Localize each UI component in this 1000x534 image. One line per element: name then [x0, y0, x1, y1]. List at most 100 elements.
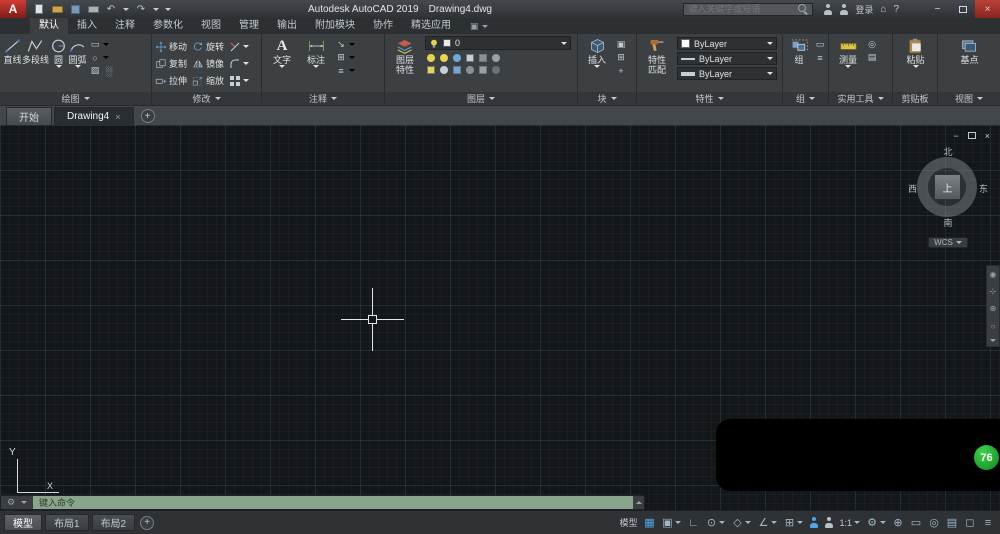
chevron-down-icon[interactable]	[279, 65, 285, 68]
chevron-down-icon[interactable]	[103, 43, 110, 46]
array-tool[interactable]	[229, 75, 249, 87]
command-history-toggle[interactable]	[633, 496, 644, 509]
object-snap-toggle[interactable]: ⊞	[783, 515, 804, 530]
hardware-acceleration-icon[interactable]: ▤	[946, 515, 958, 530]
chevron-down-icon[interactable]	[561, 41, 567, 45]
annotation-monitor-icon[interactable]: ⊕	[892, 515, 904, 530]
chevron-down-icon[interactable]	[349, 69, 355, 72]
chevron-down-icon[interactable]	[243, 62, 249, 65]
chevron-down-icon[interactable]	[123, 7, 129, 11]
chevron-down-icon[interactable]	[594, 65, 600, 68]
doc-restore-button[interactable]	[967, 131, 976, 141]
chevron-down-icon[interactable]	[243, 79, 249, 82]
navigation-wheel-icon[interactable]: ◉	[990, 270, 997, 279]
layer-current-icon[interactable]	[492, 66, 500, 74]
leader-icon[interactable]: ↘	[335, 39, 347, 50]
tab-parametric[interactable]: 参数化	[144, 18, 192, 34]
command-line[interactable]: ⚙ 键入命令	[0, 495, 645, 510]
viewcube[interactable]: 北 西 上 东 南	[908, 145, 988, 229]
zoom-icon[interactable]: ⊕	[990, 304, 997, 313]
layout-tab-layout1[interactable]: 布局1	[45, 514, 89, 531]
chevron-down-icon[interactable]	[74, 65, 81, 68]
group-edit-icon[interactable]: ≡	[814, 52, 826, 63]
object-snap-tracking-toggle[interactable]: ∠	[757, 515, 778, 530]
isolate-objects-icon[interactable]: ◎	[928, 515, 940, 530]
mirror-tool[interactable]: 镜像	[192, 57, 229, 70]
chevron-down-icon[interactable]	[845, 65, 851, 68]
paste-tool[interactable]: 粘贴	[900, 36, 932, 92]
file-tab-drawing4[interactable]: Drawing4 ×	[54, 107, 134, 125]
viewcube-south-label[interactable]: 南	[908, 216, 988, 229]
annotation-visibility-icon[interactable]	[809, 517, 818, 528]
layer-dropdown[interactable]: 0	[425, 36, 571, 50]
panel-block-label[interactable]: 块	[578, 92, 636, 105]
save-icon[interactable]	[69, 3, 81, 15]
annotation-scale-button[interactable]: 1:1	[839, 518, 860, 528]
layer-thaw-icon[interactable]	[440, 66, 448, 74]
navigation-bar[interactable]: ◉ ⊹ ⊕ ○	[986, 265, 1000, 347]
stretch-tool[interactable]: 拉伸	[155, 74, 192, 87]
isodraft-toggle[interactable]: ◇	[731, 515, 752, 530]
ellipse-icon[interactable]: ○	[89, 52, 101, 63]
application-menu-button[interactable]: A	[0, 0, 26, 18]
new-file-icon[interactable]	[33, 3, 45, 15]
redo-icon[interactable]: ↷	[135, 3, 147, 15]
rotate-tool[interactable]: 旋转	[192, 40, 229, 53]
layer-delete-icon[interactable]	[479, 66, 487, 74]
chevron-down-icon[interactable]	[767, 72, 773, 75]
help-search-box[interactable]	[683, 2, 814, 16]
viewcube-west-label[interactable]: 西	[908, 182, 917, 195]
linetype-dropdown[interactable]: ByLayer	[677, 52, 777, 65]
table-icon[interactable]: ⊞	[335, 52, 347, 63]
text-style-icon[interactable]: ≡	[335, 65, 347, 76]
help-icon[interactable]: ?	[893, 4, 899, 15]
file-tab-start[interactable]: 开始	[6, 107, 52, 125]
chevron-down-icon[interactable]	[349, 43, 355, 46]
text-tool[interactable]: A 文字	[265, 36, 299, 92]
tab-annotate[interactable]: 注释	[106, 18, 144, 34]
rectangle-icon[interactable]: ▭	[89, 39, 101, 50]
viewcube-top-face[interactable]: 上	[934, 174, 961, 200]
panel-modify-label[interactable]: 修改	[152, 92, 261, 105]
quick-properties-icon[interactable]: ▭	[910, 515, 922, 530]
trim-tool[interactable]	[229, 41, 249, 53]
chevron-down-icon[interactable]	[153, 7, 159, 11]
snap-mode-toggle[interactable]: ▣	[661, 515, 682, 530]
panel-groups-label[interactable]: 组	[783, 92, 828, 105]
circle-tool[interactable]: 圆	[49, 36, 68, 92]
line-tool[interactable]: 直线	[3, 36, 22, 92]
qat-customize-chevron-icon[interactable]	[165, 7, 171, 11]
lineweight-dropdown[interactable]: ByLayer	[677, 67, 777, 80]
app-store-icon[interactable]: ⌂	[880, 4, 886, 15]
ribbon-display-toggle[interactable]: ▣	[470, 18, 488, 34]
layer-previous-icon[interactable]	[492, 54, 500, 62]
panel-annotate-label[interactable]: 注释	[262, 92, 384, 105]
panel-view-label[interactable]: 视图	[938, 92, 1000, 105]
plot-icon[interactable]	[87, 3, 99, 15]
panel-layers-label[interactable]: 图层	[385, 92, 577, 105]
command-input[interactable]: 键入命令	[33, 496, 633, 509]
edit-block-icon[interactable]: ⊞	[615, 52, 627, 63]
panel-utilities-label[interactable]: 实用工具	[829, 92, 892, 105]
layer-unlock-icon[interactable]	[453, 66, 461, 74]
customize-status-icon[interactable]: ≡	[982, 515, 994, 530]
chevron-down-icon[interactable]	[767, 57, 773, 60]
layer-match-icon[interactable]	[479, 54, 487, 62]
close-button[interactable]: ×	[975, 0, 1000, 18]
polyline-tool[interactable]: 多段线	[22, 36, 49, 92]
panel-clipboard-label[interactable]: 剪贴板	[893, 92, 937, 105]
pan-icon[interactable]: ⊹	[990, 287, 997, 296]
panel-draw-label[interactable]: 绘图	[0, 92, 151, 105]
tab-collaborate[interactable]: 协作	[364, 18, 402, 34]
chevron-down-icon[interactable]	[55, 65, 62, 68]
layer-freeze-icon[interactable]	[453, 54, 461, 62]
signin-button[interactable]: 登录	[855, 3, 873, 16]
layer-merge-icon[interactable]	[466, 66, 474, 74]
layer-lock-icon[interactable]	[466, 54, 474, 62]
tab-view[interactable]: 视图	[192, 18, 230, 34]
panel-properties-label[interactable]: 特性	[637, 92, 782, 105]
new-tab-button[interactable]: +	[140, 109, 155, 123]
create-block-icon[interactable]: ▣	[615, 39, 627, 50]
notification-badge[interactable]: 76	[974, 445, 999, 470]
match-properties-button[interactable]: 特性匹配	[640, 36, 674, 92]
